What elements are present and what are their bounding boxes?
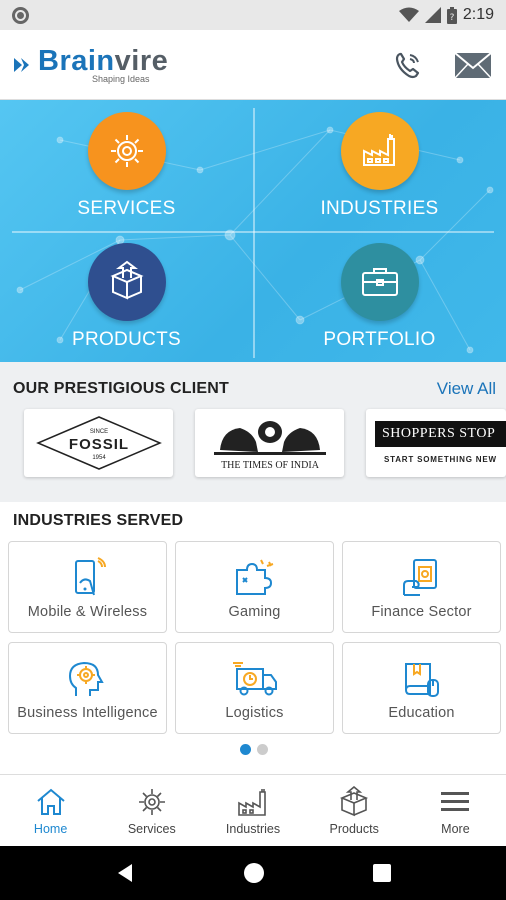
industry-mobile-wireless[interactable]: Mobile & Wireless (8, 541, 167, 633)
status-bar: ? 2:19 (0, 0, 506, 30)
battery-icon: ? (446, 6, 457, 24)
tile-label: INDUSTRIES (320, 198, 439, 219)
briefcase-icon (340, 243, 419, 321)
industries-title: INDUSTRIES SERVED (13, 512, 184, 529)
shoppers-stop-tagline: START SOMETHING NEW (384, 455, 497, 464)
menu-icon (439, 785, 471, 819)
mobile-icon (68, 556, 108, 600)
brand-tagline: Shaping Ideas (92, 73, 150, 84)
client-logo-times-of-india[interactable]: THE TIMES OF INDIA (195, 409, 344, 477)
brain-gear-icon (66, 657, 110, 701)
money-icon (400, 556, 444, 600)
fossil-name: FOSSIL (68, 436, 128, 453)
recents-icon[interactable] (372, 863, 392, 883)
tile-products[interactable]: PRODUCTS (0, 231, 253, 362)
factory-icon (340, 112, 419, 190)
industry-gaming[interactable]: Gaming (175, 541, 334, 633)
nav-label: Services (127, 822, 176, 836)
puzzle-icon (233, 556, 277, 600)
factory-icon (236, 785, 270, 819)
fossil-since: SINCE (89, 429, 107, 435)
industry-label: Finance Sector (371, 604, 472, 620)
truck-icon (231, 657, 279, 701)
nav-label: More (441, 822, 470, 836)
system-navigation-bar (0, 846, 506, 900)
brand-mark-icon (14, 57, 29, 72)
nav-industries[interactable]: Industries (202, 775, 303, 846)
tile-label: PORTFOLIO (323, 329, 436, 350)
gear-icon (136, 785, 168, 819)
page-indicator (240, 744, 268, 755)
industry-label: Mobile & Wireless (27, 604, 148, 620)
phone-icon[interactable] (392, 49, 424, 81)
tile-services[interactable]: SERVICES (0, 100, 253, 231)
industry-business-intelligence[interactable]: Business Intelligence (8, 642, 167, 734)
industry-label: Logistics (225, 705, 284, 721)
back-icon[interactable] (114, 862, 136, 884)
nav-more[interactable]: More (405, 775, 506, 846)
clients-section: OUR PRESTIGIOUS CLIENT View All SINCE FO… (0, 362, 506, 502)
bottom-navigation: Home Services Industries Products More (0, 774, 506, 846)
svg-text:?: ? (449, 13, 454, 23)
brand-logo[interactable]: Brainvire Shaping Ideas (12, 46, 168, 84)
page-dot-active[interactable] (240, 744, 251, 755)
home-icon (35, 785, 67, 819)
gear-icon (87, 112, 166, 190)
industry-education[interactable]: Education (342, 642, 501, 734)
home-button-icon[interactable] (243, 862, 265, 884)
fossil-year: 1954 (92, 455, 106, 461)
client-logo-fossil[interactable]: SINCE FOSSIL 1954 (24, 409, 173, 477)
box-icon (338, 785, 370, 819)
view-all-link[interactable]: View All (437, 379, 496, 399)
industry-label: Gaming (228, 604, 281, 620)
clock: 2:19 (462, 6, 494, 23)
mail-icon[interactable] (454, 50, 492, 80)
shoppers-stop-name: SHOPPERS STOP (382, 426, 496, 441)
tile-portfolio[interactable]: PORTFOLIO (253, 231, 506, 362)
signal-icon (424, 7, 441, 23)
tile-label: PRODUCTS (71, 329, 181, 350)
app-header: Brainvire Shaping Ideas (0, 30, 506, 100)
brand-name: Brainvire (38, 44, 169, 77)
nav-products[interactable]: Products (304, 775, 405, 846)
industry-logistics[interactable]: Logistics (175, 642, 334, 734)
industry-label: Business Intelligence (17, 705, 158, 721)
wifi-icon (398, 7, 419, 22)
industry-label: Education (388, 705, 455, 721)
nav-label: Home (33, 822, 68, 836)
notification-icon (12, 6, 29, 24)
tile-label: SERVICES (77, 198, 176, 219)
industries-section: INDUSTRIES SERVED Mobile & Wireless Gami… (0, 502, 506, 774)
page-dot[interactable] (257, 744, 268, 755)
nav-label: Products (329, 822, 379, 836)
industry-finance-sector[interactable]: Finance Sector (342, 541, 501, 633)
tile-industries[interactable]: INDUSTRIES (253, 100, 506, 231)
times-of-india-name: THE TIMES OF INDIA (221, 460, 320, 471)
nav-home[interactable]: Home (0, 775, 101, 846)
main-menu-grid: SERVICES INDUSTRIES PRODUCTS PORTFOLIO (0, 100, 506, 362)
box-icon (87, 243, 166, 321)
nav-label: Industries (225, 822, 281, 836)
book-icon (400, 657, 444, 701)
nav-services[interactable]: Services (101, 775, 202, 846)
client-logo-shoppers-stop[interactable]: SHOPPERS STOP START SOMETHING NEW (366, 409, 506, 477)
clients-title: OUR PRESTIGIOUS CLIENT (13, 380, 229, 397)
